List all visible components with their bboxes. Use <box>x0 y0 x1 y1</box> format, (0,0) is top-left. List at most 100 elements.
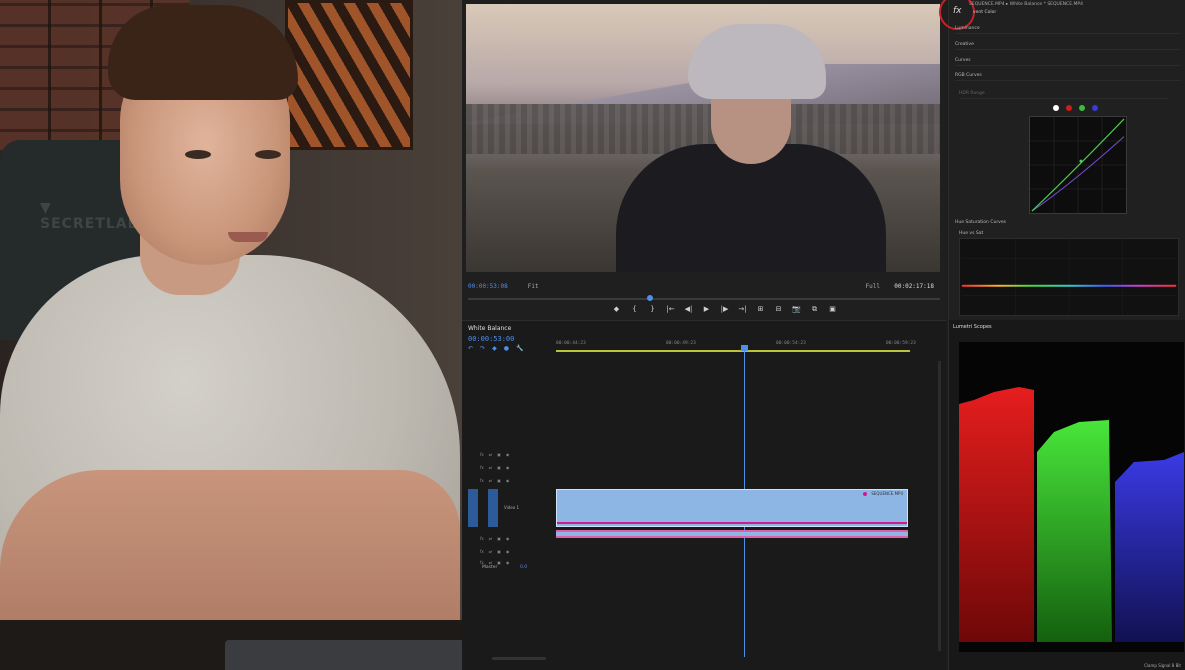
hue-vs-sat-label: Hue vs Sat <box>959 231 984 236</box>
track-toggle-icon[interactable]: ▣ <box>497 478 501 483</box>
clip-name: SEQUENCE.MP4 <box>871 491 903 496</box>
ruler-tick-label: 00:00:54:23 <box>776 341 806 346</box>
timeline-tool-4[interactable]: 🔧 <box>516 345 523 352</box>
scopes-title[interactable]: Lumetri Scopes <box>953 324 992 330</box>
lumetri-color-panel: fx SEQUENCE.MP4 ▸ White Balance * SEQUEN… <box>939 0 1185 320</box>
presenter-hair <box>108 5 298 100</box>
track-toggle-icon[interactable]: ▣ <box>497 560 501 565</box>
hue-vs-sat-curve[interactable] <box>959 238 1179 316</box>
track-toggle-icon[interactable]: ◉ <box>506 465 510 470</box>
track-target-v1[interactable] <box>488 489 498 527</box>
transport-button-6[interactable]: |▶ <box>720 305 729 314</box>
timeline-horizontal-scrollbar[interactable] <box>492 657 546 660</box>
rgb-curve-editor[interactable] <box>1029 116 1127 214</box>
program-scrubber[interactable] <box>468 295 940 301</box>
track-toggle-icon[interactable]: ▣ <box>497 549 501 554</box>
track-name-video-1: Video 1 <box>504 505 520 510</box>
blue-channel-swatch[interactable] <box>1092 105 1098 111</box>
transport-button-4[interactable]: ◀| <box>684 305 693 314</box>
rgb-parade-scope <box>959 342 1184 652</box>
transport-button-8[interactable]: ⊞ <box>756 305 765 314</box>
left-eye <box>185 150 211 159</box>
track-toggle-icon[interactable]: ⇄ <box>489 536 492 541</box>
transport-controls: ◆ {} |← ◀| ▶ |▶ →| ⊞ ⊟ 📷 ⧉ ▣ <box>612 305 837 314</box>
timeline-timecode[interactable]: 00:00:53:00 <box>468 335 514 343</box>
playhead-timecode[interactable]: 00:00:53:08 <box>468 283 508 290</box>
timeline-tools: ↶ ↷ ◆ ● 🔧 <box>468 345 523 352</box>
track-toggle-icon[interactable]: ◉ <box>506 549 510 554</box>
lumetri-scopes-panel: Lumetri Scopes Clamp Signal 8 Bit <box>948 320 1185 670</box>
section-creative[interactable]: Creative <box>955 42 1181 50</box>
fx-badge-icon <box>863 492 867 496</box>
right-eye <box>255 150 281 159</box>
track-toggle-icon[interactable]: ⇄ <box>489 452 492 457</box>
timeline-vertical-scrollbar[interactable] <box>938 361 941 651</box>
timeline-tool-0[interactable]: ↶ <box>468 345 473 352</box>
section-curves[interactable]: Curves <box>955 58 1181 66</box>
track-toggle-icon[interactable]: ▣ <box>497 452 501 457</box>
track-toggle-icon[interactable]: ◉ <box>506 478 510 483</box>
quality-dropdown[interactable]: Full <box>866 283 880 290</box>
track-toggle-icon[interactable]: ⇄ <box>489 560 492 565</box>
scopes-footer[interactable]: Clamp Signal 8 Bit <box>1144 663 1181 668</box>
audio-clip[interactable] <box>556 530 908 538</box>
track-toggle-icon[interactable]: fx <box>480 465 484 470</box>
track-toggle-icon[interactable]: ▣ <box>497 465 501 470</box>
hsc-title[interactable]: Hue Saturation Curves <box>955 220 1181 227</box>
track-toggle-icon[interactable]: ◉ <box>506 452 510 457</box>
transport-button-2[interactable]: } <box>648 305 657 314</box>
track-toggle-icon[interactable]: ⇄ <box>489 478 492 483</box>
work-area-bar[interactable] <box>556 350 910 352</box>
ruler-tick-label: 00:00:44:23 <box>556 341 586 346</box>
presenter-video: ▼ SECRETLAB <box>0 0 462 670</box>
track-toggle-icon[interactable]: fx <box>480 478 484 483</box>
transport-button-10[interactable]: 📷 <box>792 305 801 314</box>
fit-dropdown[interactable]: Fit <box>528 283 539 290</box>
track-header-row: fx ⇄ ▣ ◉ <box>468 449 509 459</box>
track-headers: Video 1 Master 0.0 fx ⇄ ▣ ◉ fx ⇄ ▣ ◉ fx ⇄ ▣ ◉ fx ⇄ ▣ ◉ f… <box>468 449 554 570</box>
track-toggle-icon[interactable]: fx <box>480 452 484 457</box>
transport-button-12[interactable]: ▣ <box>828 305 837 314</box>
track-header-row: fx ⇄ ▣ ◉ <box>468 557 509 567</box>
transport-button-5[interactable]: ▶ <box>702 305 711 314</box>
track-toggle-icon[interactable]: ◉ <box>506 560 510 565</box>
transport-button-3[interactable]: |← <box>666 305 675 314</box>
track-toggle-icon[interactable]: ⇄ <box>489 465 492 470</box>
lumetri-subheader[interactable]: vent Color <box>973 10 996 15</box>
track-toggle-icon[interactable]: fx <box>480 536 484 541</box>
transport-button-1[interactable]: { <box>630 305 639 314</box>
laptop <box>225 640 462 670</box>
track-header-row: fx ⇄ ▣ ◉ <box>468 462 509 472</box>
lumetri-header: SEQUENCE.MP4 ▸ White Balance * SEQUENCE.… <box>969 2 1083 7</box>
track-toggle-icon[interactable]: ⇄ <box>489 549 492 554</box>
tab-white-balance[interactable]: White Balance <box>468 325 511 332</box>
ruler-tick-label: 00:00:59:23 <box>886 341 916 346</box>
track-toggle-icon[interactable]: ◉ <box>506 536 510 541</box>
section-rgb-curves[interactable]: RGB Curves <box>955 73 1181 81</box>
timeline-tool-3[interactable]: ● <box>504 345 509 352</box>
timeline-tool-1[interactable]: ↷ <box>480 345 485 352</box>
transport-button-7[interactable]: →| <box>738 305 747 314</box>
scrub-head[interactable] <box>647 295 654 301</box>
track-toggle-icon[interactable]: fx <box>480 549 484 554</box>
track-header-row: fx ⇄ ▣ ◉ <box>468 475 509 485</box>
source-patch-v1[interactable] <box>468 489 478 527</box>
transport-button-0[interactable]: ◆ <box>612 305 621 314</box>
master-volume[interactable]: 0.0 <box>520 565 527 570</box>
helmet <box>688 24 826 99</box>
track-toggle-icon[interactable]: fx <box>480 560 484 565</box>
red-channel-swatch[interactable] <box>1066 105 1072 111</box>
video-clip[interactable]: SEQUENCE.MP4 <box>556 489 908 527</box>
duration-timecode: 00:02:17:18 <box>894 282 934 290</box>
section-luminance[interactable]: Luminance <box>955 26 1181 34</box>
transport-button-11[interactable]: ⧉ <box>810 305 819 314</box>
fx-icon[interactable]: fx <box>953 6 962 16</box>
timeline-panel: White Balance 00:00:53:00 ↶ ↷ ◆ ● 🔧 00:00:44… <box>462 320 946 670</box>
white-channel-swatch[interactable] <box>1053 105 1059 111</box>
program-video-frame[interactable] <box>466 4 940 272</box>
track-header-row: fx ⇄ ▣ ◉ <box>468 546 509 556</box>
green-channel-swatch[interactable] <box>1079 105 1085 111</box>
track-toggle-icon[interactable]: ▣ <box>497 536 501 541</box>
transport-button-9[interactable]: ⊟ <box>774 305 783 314</box>
timeline-tool-2[interactable]: ◆ <box>492 345 497 352</box>
